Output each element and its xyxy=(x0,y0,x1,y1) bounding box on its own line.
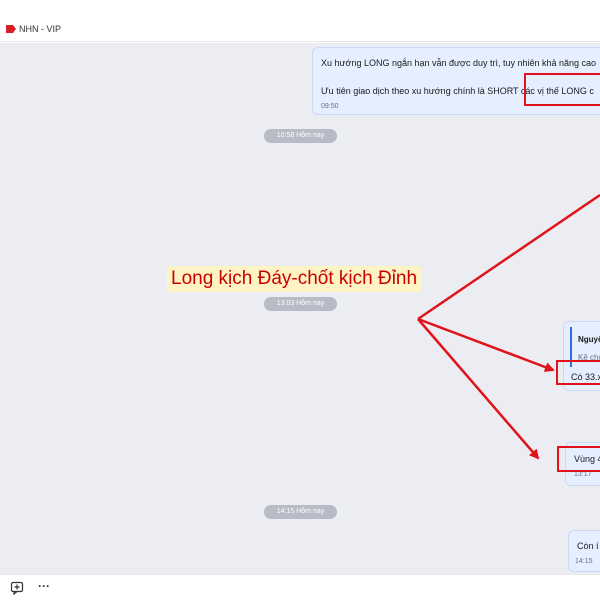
reply-message-bubble[interactable]: Nguyê Kê cho Có 33.x xyxy=(563,321,600,391)
message-timestamp: 14:15 xyxy=(575,558,593,565)
chat-title[interactable]: NHN - VIP xyxy=(19,24,61,34)
message-timestamp: 09:50 xyxy=(321,103,339,110)
date-divider: 10:58 Hôm nay xyxy=(264,129,337,143)
message-text: Vùng 4 xyxy=(574,454,600,464)
message-text: Có 33.x xyxy=(571,372,600,382)
quoted-message[interactable]: Nguyê Kê cho xyxy=(570,327,600,367)
annotation-banner: Long kịch Đáy-chốt kịch Đỉnh xyxy=(167,266,422,292)
message-bubble[interactable]: Còn í 14:15 xyxy=(568,530,600,572)
message-text-line: Xu hướng LONG ngắn hạn vẫn được duy trì,… xyxy=(321,58,597,68)
date-divider: 14:15 Hôm nay xyxy=(264,505,337,519)
message-text: Còn í xyxy=(577,541,599,551)
more-options-icon[interactable]: ··· xyxy=(37,579,51,593)
composer-toolbar: ··· xyxy=(0,574,600,600)
quote-text: Kê cho xyxy=(578,353,600,362)
chat-header: NHN - VIP xyxy=(0,0,600,42)
message-timestamp: 13:17 xyxy=(574,471,592,478)
quote-author: Nguyê xyxy=(578,335,600,344)
add-message-icon[interactable] xyxy=(10,581,24,595)
message-bubble[interactable]: Xu hướng LONG ngắn hạn vẫn được duy trì,… xyxy=(312,47,600,115)
date-divider: 13:03 Hôm nay xyxy=(264,297,337,311)
tag-icon xyxy=(6,25,16,33)
chat-message-list[interactable]: Xu hướng LONG ngắn hạn vẫn được duy trì,… xyxy=(0,43,600,574)
message-bubble[interactable]: Vùng 4 13:17 xyxy=(565,442,600,486)
message-text-line: Ưu tiên giao dịch theo xu hướng chính là… xyxy=(321,86,594,96)
